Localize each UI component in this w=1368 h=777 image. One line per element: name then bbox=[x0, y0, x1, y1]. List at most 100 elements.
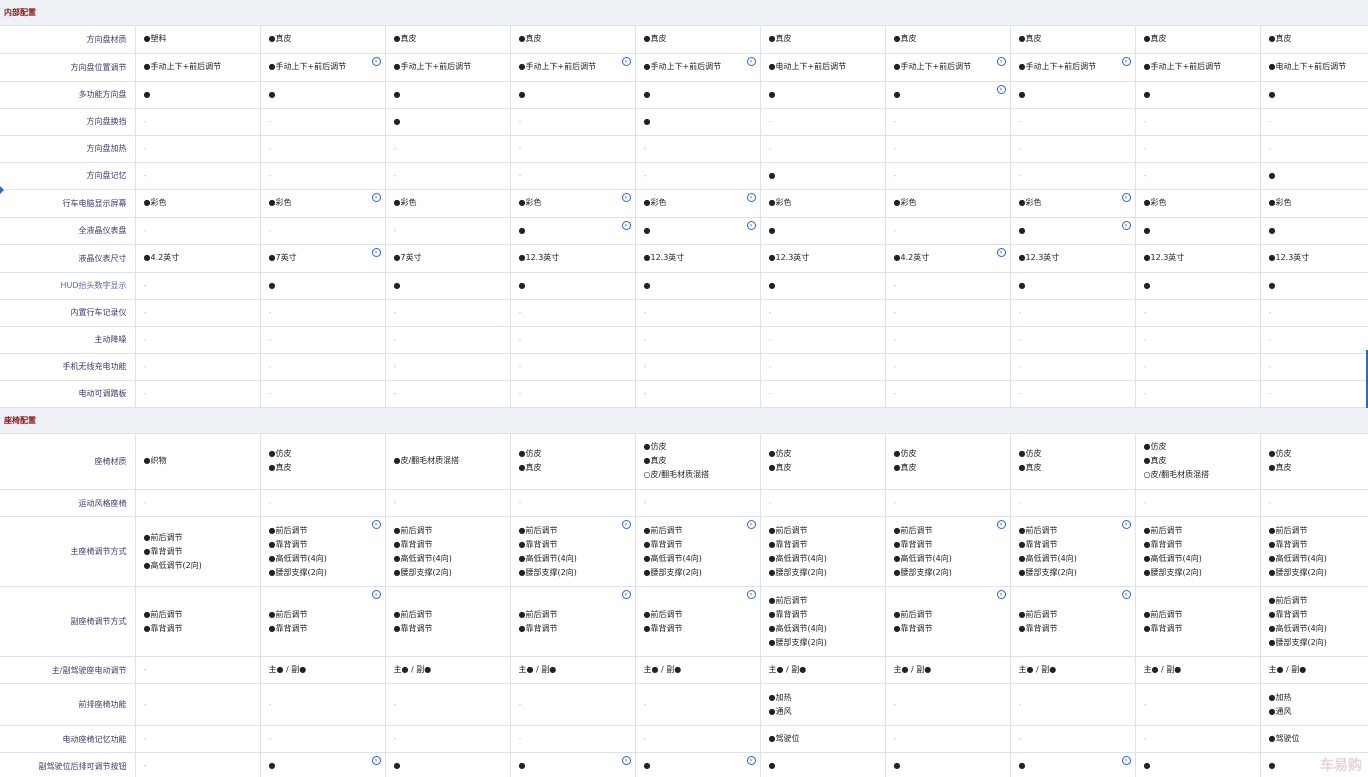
table-cell: ●手动上下+前后调节 bbox=[1135, 53, 1261, 82]
config-table: 座椅材质 ●织物 ●仿皮 ●真皮 ●皮/翻毛材质混搭 ●仿皮 ●真皮 ●仿皮 ●真皮 ○皮/翻毛材… bbox=[0, 433, 1368, 777]
table-cell: ●仿皮 ●真皮 ○皮/翻毛材质混搭 bbox=[635, 433, 761, 490]
cell-value: ●织物 bbox=[143, 456, 167, 466]
cell-value: - bbox=[143, 361, 147, 371]
table-cell: - bbox=[385, 353, 511, 381]
cell-value: ●腰部支撑(2向) bbox=[1018, 567, 1077, 577]
row-label: 主动降噪 bbox=[0, 326, 136, 354]
info-circle-icon[interactable]: › bbox=[1121, 56, 1131, 66]
table-cell: ●前后调节 ●靠背调节 ●高低调节(4向) ●腰部支撑(2向) › bbox=[635, 516, 761, 587]
info-circle-icon[interactable]: › bbox=[371, 756, 381, 765]
cell-value: ●彩色 bbox=[268, 198, 292, 207]
info-circle-icon[interactable]: › bbox=[621, 756, 631, 765]
cell-value: ●仿皮 bbox=[643, 442, 667, 452]
info-circle-icon[interactable]: › bbox=[1121, 192, 1131, 202]
info-circle-icon[interactable]: › bbox=[371, 56, 381, 66]
table-cell: - bbox=[510, 135, 636, 163]
cell-value: ● bbox=[643, 89, 651, 99]
table-cell: - bbox=[1260, 135, 1368, 163]
cell-value: ●前后调节 bbox=[143, 609, 183, 619]
info-circle-icon[interactable]: › bbox=[996, 247, 1006, 257]
cell-value: ●7英寸 bbox=[393, 253, 422, 262]
info-circle-icon[interactable]: › bbox=[746, 192, 756, 202]
cell-value: ● bbox=[1018, 280, 1026, 290]
info-circle-icon[interactable]: › bbox=[996, 590, 1006, 599]
table-cell: ● › bbox=[1010, 752, 1136, 777]
cell-value: ● bbox=[518, 280, 526, 290]
cell-value: ●腰部支撑(2向) bbox=[1143, 567, 1202, 577]
cell-value: ● bbox=[268, 280, 276, 290]
cell-value: - bbox=[1018, 734, 1022, 743]
info-circle-icon[interactable]: › bbox=[1121, 590, 1131, 599]
table-cell: ●前后调节 ●靠背调节 bbox=[1135, 586, 1261, 657]
table-cell: - bbox=[760, 353, 886, 381]
cell-value: 主● / 副● bbox=[518, 665, 557, 674]
cell-value: 主● / 副● bbox=[1268, 665, 1307, 674]
info-circle-icon[interactable]: › bbox=[1121, 756, 1131, 765]
table-cell: - bbox=[260, 108, 386, 136]
cell-value: ●前后调节 bbox=[143, 532, 183, 542]
cell-value: - bbox=[518, 143, 522, 153]
cell-value: ●靠背调节 bbox=[143, 623, 183, 633]
cell-value: ●驾驶位 bbox=[1268, 734, 1300, 743]
cell-value: - bbox=[143, 761, 147, 770]
cell-value: ●真皮 bbox=[768, 463, 792, 473]
table-cell: ●织物 bbox=[135, 433, 261, 490]
cell-value: ● bbox=[893, 761, 901, 770]
table-row: 电动座椅记忆功能 - - - - - ●驾驶位 - - - ●驾驶位 bbox=[0, 725, 1368, 753]
info-circle-icon[interactable]: › bbox=[746, 220, 756, 230]
row-label[interactable]: HUD抬头数字显示 bbox=[0, 272, 136, 300]
cell-value: ● bbox=[1143, 225, 1151, 235]
info-circle-icon[interactable]: › bbox=[371, 590, 381, 599]
info-circle-icon[interactable]: › bbox=[746, 756, 756, 765]
info-circle-icon[interactable]: › bbox=[621, 520, 631, 529]
cell-value: - bbox=[393, 699, 397, 709]
table-cell: - bbox=[885, 272, 1011, 300]
cell-value: - bbox=[143, 280, 147, 290]
cell-value: ●彩色 bbox=[643, 198, 667, 207]
table-cell: - bbox=[1010, 489, 1136, 517]
info-circle-icon[interactable]: › bbox=[371, 247, 381, 257]
cell-value: ●前后调节 bbox=[393, 525, 433, 535]
info-circle-icon[interactable]: › bbox=[996, 520, 1006, 529]
info-circle-icon[interactable]: › bbox=[746, 520, 756, 529]
info-circle-icon[interactable]: › bbox=[1121, 520, 1131, 529]
table-row: 运动风格座椅 - - - - - - - - - - bbox=[0, 489, 1368, 517]
table-cell: ●7英寸 bbox=[385, 244, 511, 273]
table-cell: ● bbox=[1260, 162, 1368, 190]
cell-value: ●靠背调节 bbox=[768, 609, 808, 619]
table-cell: - bbox=[135, 272, 261, 300]
info-circle-icon[interactable]: › bbox=[746, 56, 756, 66]
info-circle-icon[interactable]: › bbox=[371, 520, 381, 529]
cell-value: - bbox=[768, 307, 772, 317]
info-circle-icon[interactable]: › bbox=[746, 590, 756, 599]
info-circle-icon[interactable]: › bbox=[621, 56, 631, 66]
table-cell: 主● / 副● bbox=[1010, 656, 1136, 684]
row-label: 方向盘记忆 bbox=[0, 162, 136, 190]
table-cell: - bbox=[1260, 380, 1368, 408]
config-table: 方向盘材质 ●塑料 ●真皮 ●真皮 ●真皮 ●真皮 ●真皮 ●真皮 ●真皮 ●真皮 ●真皮 方向盘位置… bbox=[0, 26, 1368, 408]
cell-value: ●彩色 bbox=[518, 198, 542, 207]
cell-value: - bbox=[1143, 307, 1147, 317]
cell-value: - bbox=[1018, 498, 1022, 507]
cell-value: ●彩色 bbox=[143, 198, 167, 207]
table-cell: ● bbox=[760, 81, 886, 109]
cell-value: ●靠背调节 bbox=[1268, 609, 1308, 619]
info-circle-icon[interactable]: › bbox=[996, 84, 1006, 94]
info-circle-icon[interactable]: › bbox=[621, 192, 631, 202]
info-circle-icon[interactable]: › bbox=[621, 590, 631, 599]
scroll-left-indicator-icon[interactable] bbox=[0, 186, 4, 194]
cell-value: - bbox=[268, 388, 272, 398]
info-circle-icon[interactable]: › bbox=[1121, 220, 1131, 230]
cell-value: - bbox=[268, 699, 272, 709]
table-cell: ●电动上下+前后调节 bbox=[1260, 53, 1368, 82]
info-circle-icon[interactable]: › bbox=[621, 220, 631, 230]
table-cell: ● bbox=[1010, 272, 1136, 300]
table-cell: ● bbox=[385, 752, 511, 777]
cell-value: - bbox=[393, 334, 397, 344]
row-label: 方向盘换挡 bbox=[0, 108, 136, 136]
table-cell: 主● / 副● bbox=[260, 656, 386, 684]
info-circle-icon[interactable]: › bbox=[996, 56, 1006, 66]
info-circle-icon[interactable]: › bbox=[371, 192, 381, 202]
table-cell: ●4.2英寸 › bbox=[885, 244, 1011, 273]
table-cell: ●手动上下+前后调节 bbox=[135, 53, 261, 82]
